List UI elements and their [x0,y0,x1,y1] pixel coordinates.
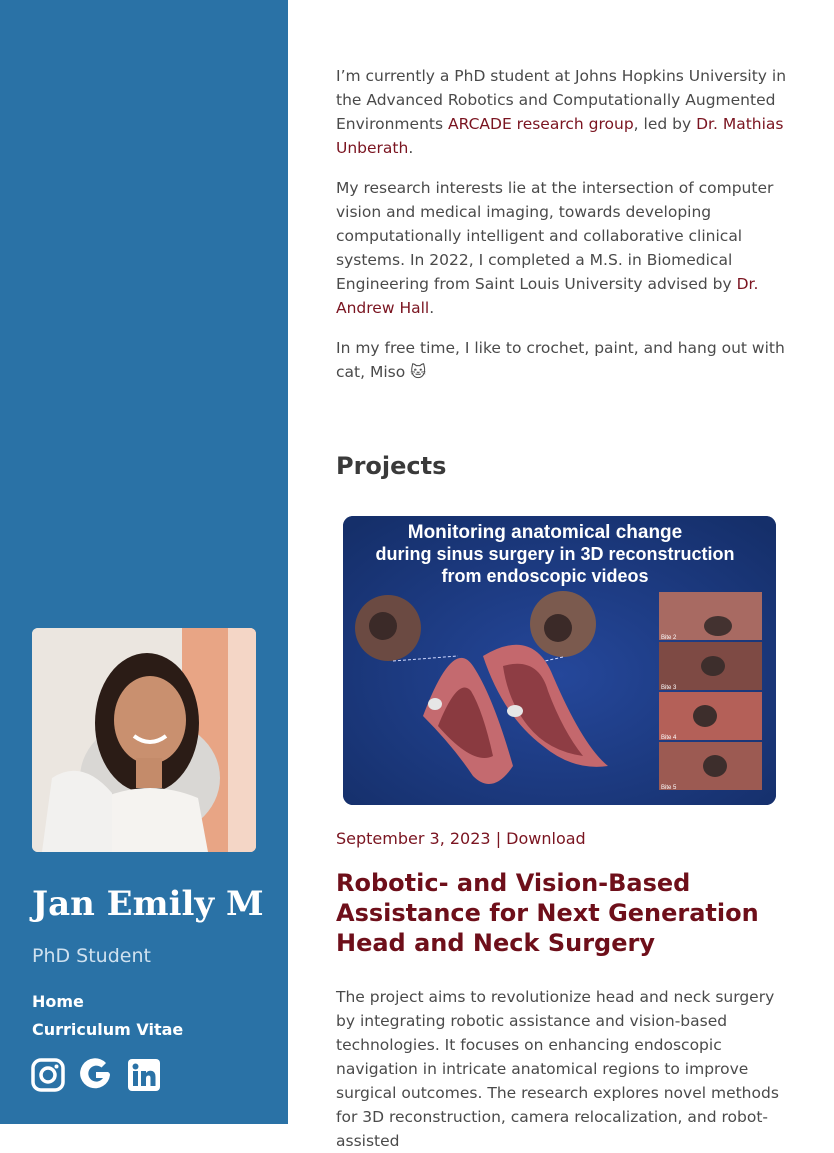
bite-label-5: Bite 5 [661,785,677,791]
profile-photo [32,628,256,852]
about-paragraph-3: In my free time, I like to crochet, pain… [336,339,785,381]
image-title-line-1: Monitoring anatomical change [408,522,682,543]
google-icon[interactable] [79,1058,113,1092]
site-name: Jan Emily M [32,884,264,924]
arcade-group-link[interactable]: ARCADE research group [448,115,634,133]
image-title-line-3: from endoscopic videos [441,566,648,586]
avatar [32,628,256,852]
about-text: . [429,299,435,317]
site-role: PhD Student [32,945,151,967]
project-download-link[interactable]: Download [506,829,586,848]
about-paragraph-1: I’m currently a PhD student at Johns Hop… [336,64,788,160]
about-section: I’m currently a PhD student at Johns Hop… [336,64,788,400]
nav-home-link[interactable]: Home [32,992,84,1011]
bite-label-3: Bite 3 [661,685,677,691]
project-meta: September 3, 2023 | Download [336,829,586,848]
projects-heading: Projects [336,452,447,480]
bite-label-4: Bite 4 [661,735,677,741]
image-title-line-2: during sinus surgery in 3D reconstructio… [375,544,734,564]
project-image[interactable]: Monitoring anatomical change during sinu… [343,516,776,805]
linkedin-icon[interactable] [127,1058,161,1092]
meta-separator: | [495,829,502,848]
about-text: , led by [633,115,697,133]
about-text: . [408,139,414,157]
about-text: My research interests lie at the interse… [336,179,774,293]
about-paragraph-2: My research interests lie at the interse… [336,176,788,320]
project-title-link[interactable]: Robotic- and Vision-Based Assistance for… [336,868,788,958]
nav-cv-link[interactable]: Curriculum Vitae [32,1020,183,1039]
project-description: The project aims to revolutionize head a… [336,988,779,1150]
project-date: September 3, 2023 [336,829,491,848]
bite-label-2: Bite 2 [661,635,677,641]
sidebar: Jan Emily M PhD Student Home Curriculum … [0,0,288,1124]
instagram-icon[interactable] [31,1058,65,1092]
